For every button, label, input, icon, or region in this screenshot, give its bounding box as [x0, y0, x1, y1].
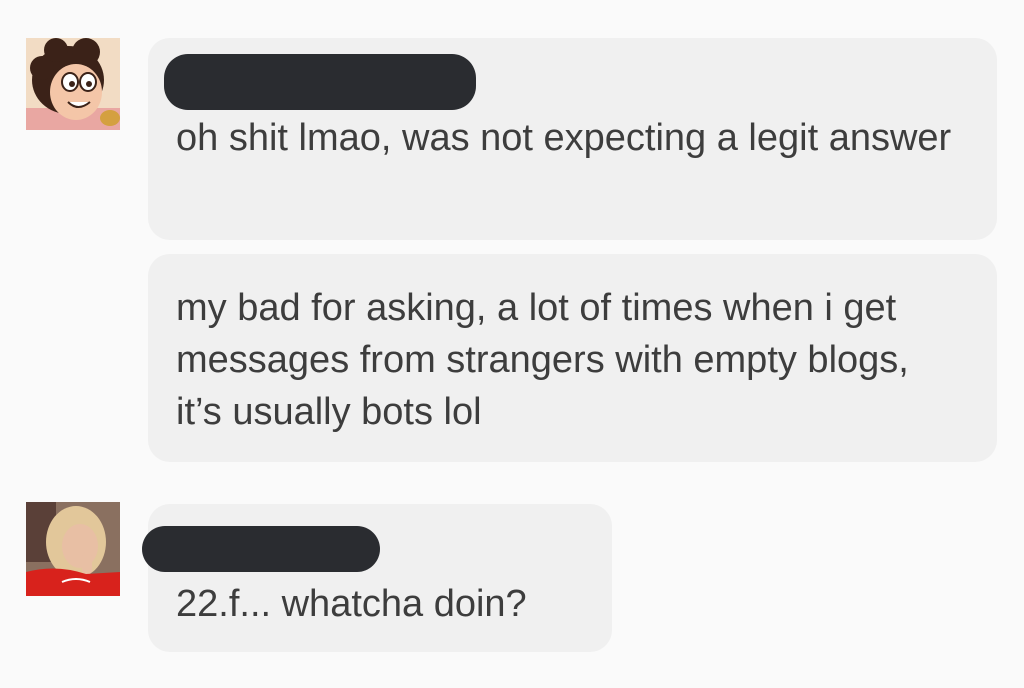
message-bubble[interactable]: 22.f... whatcha doin?: [142, 504, 612, 652]
redacted-username: [164, 54, 476, 110]
message-text: my bad for asking, a lot of times when i…: [176, 287, 909, 433]
message-text: oh shit lmao, was not expecting a legit …: [176, 117, 952, 159]
redacted-username: [142, 526, 380, 572]
selfie-photo-avatar-icon: [26, 502, 120, 596]
message-bubble[interactable]: my bad for asking, a lot of times when i…: [148, 254, 997, 462]
selfie-photo-avatar[interactable]: [26, 502, 120, 596]
message-text: 22.f... whatcha doin?: [176, 583, 527, 625]
cartoon-boy-avatar[interactable]: [26, 38, 120, 130]
cartoon-boy-avatar-icon: [26, 38, 120, 130]
message-bubble[interactable]: oh shit lmao, was not expecting a legit …: [148, 38, 997, 240]
